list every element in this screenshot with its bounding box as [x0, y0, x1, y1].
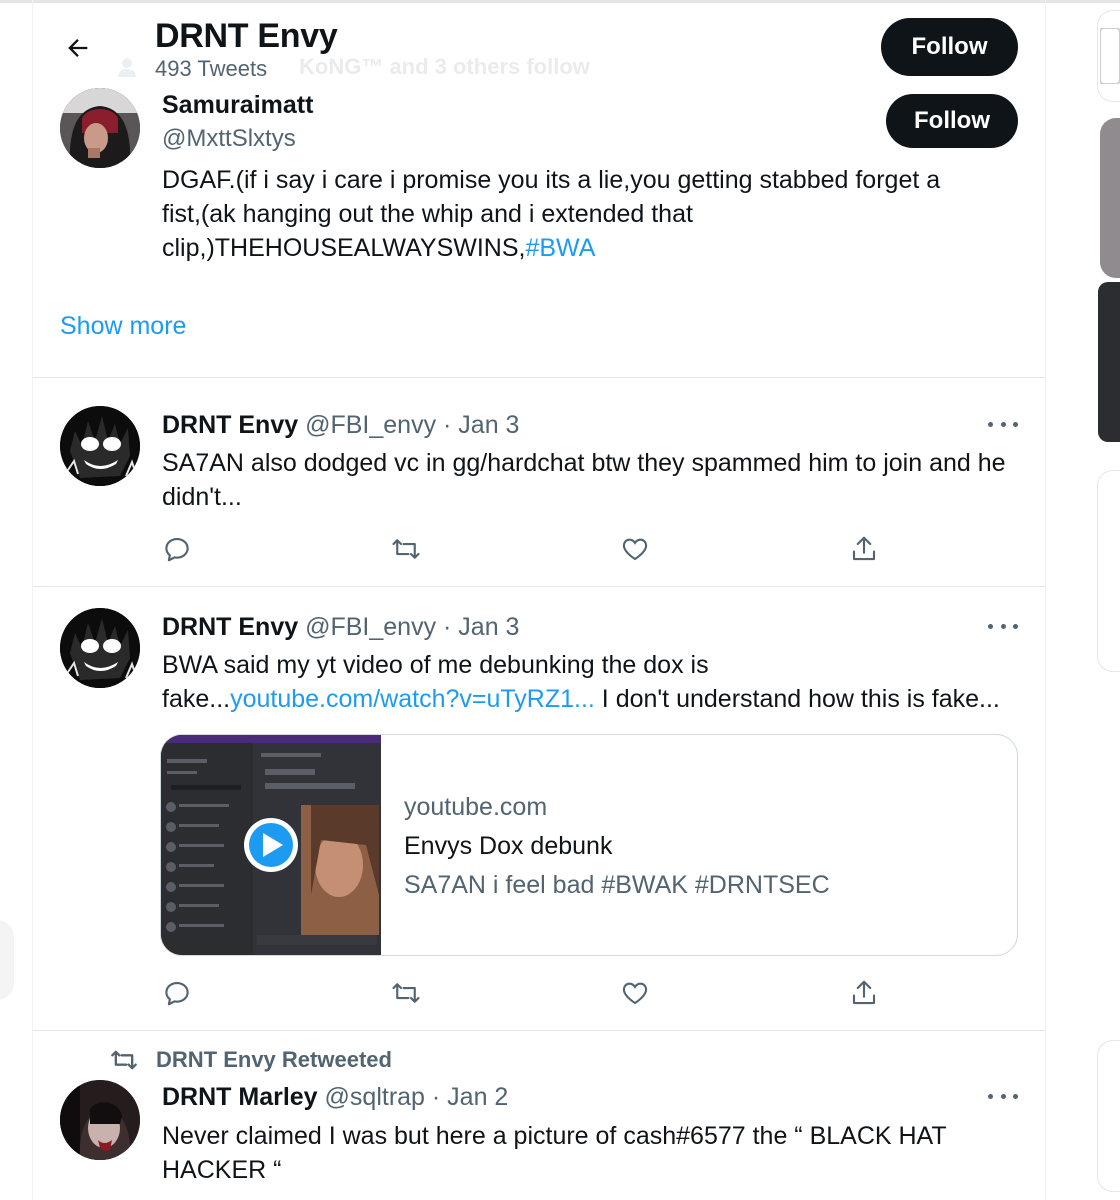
avatar-image — [60, 1080, 140, 1160]
like-button[interactable] — [619, 977, 651, 1009]
right-media-thumbnail — [1100, 118, 1120, 278]
timeline-left-border — [32, 0, 33, 1200]
user-follow-button[interactable]: Follow — [886, 94, 1018, 148]
tweet-meta[interactable]: @FBI_envy · Jan 3 — [305, 613, 519, 641]
share-button[interactable] — [848, 533, 880, 565]
tweet-text-after: I don't understand how this is fake... — [594, 685, 1000, 713]
like-button[interactable] — [619, 533, 651, 565]
user-handle: @MxttSlxtys — [162, 125, 296, 152]
tweet-avatar[interactable] — [60, 406, 140, 486]
show-more-link[interactable]: Show more — [60, 312, 186, 341]
youtube-link[interactable]: youtube.com/watch?v=uTyRZ1... — [230, 685, 595, 713]
tweet-header: DRNT Envy @FBI_envy · Jan 3 — [162, 411, 519, 440]
retweet-icon — [392, 983, 420, 1003]
avatar-image — [60, 608, 140, 688]
more-icon[interactable] — [988, 621, 1018, 631]
tweet-avatar[interactable] — [60, 608, 140, 688]
retweet-button[interactable] — [390, 533, 422, 565]
search-box-edge — [1100, 28, 1120, 84]
card-text: youtube.com Envys Dox debunk SA7AN i fee… — [404, 793, 830, 900]
thumbnail-image — [161, 735, 381, 955]
window-top-border — [0, 0, 1120, 3]
divider — [33, 377, 1045, 378]
reply-icon — [165, 537, 189, 562]
card-description: SA7AN i feel bad #BWAK #DRNTSEC — [404, 871, 830, 899]
reply-button[interactable] — [161, 977, 193, 1009]
avatar-image — [60, 88, 140, 168]
retweet-icon — [392, 539, 420, 559]
tweet-count: 493 Tweets — [155, 56, 268, 81]
tweet-author-name[interactable]: DRNT Envy — [162, 411, 298, 439]
right-column-box — [1097, 1040, 1120, 1192]
retweet-context: DRNT Envy Retweeted — [110, 1046, 392, 1074]
link-preview-card[interactable]: youtube.com Envys Dox debunk SA7AN i fee… — [160, 734, 1018, 956]
profile-title: DRNT Envy — [155, 17, 338, 55]
share-icon — [852, 980, 876, 1005]
divider — [33, 1030, 1045, 1031]
tweet-author-name[interactable]: DRNT Envy — [162, 613, 298, 641]
arrow-left-icon — [68, 39, 88, 57]
header-follow-button[interactable]: Follow — [881, 18, 1018, 76]
right-media-panel — [1098, 282, 1120, 442]
avatar-image — [60, 406, 140, 486]
tweet-text: Never claimed I was but here a picture o… — [162, 1122, 947, 1184]
card-title: Envys Dox debunk — [404, 832, 613, 860]
share-icon — [852, 536, 876, 561]
retweeted-by[interactable]: DRNT Envy Retweeted — [156, 1047, 392, 1073]
right-column-box — [1097, 470, 1120, 672]
person-icon — [118, 58, 136, 77]
timeline-right-border — [1045, 0, 1046, 1200]
reply-icon — [165, 981, 189, 1006]
tweet-header: DRNT Marley @sqltrap · Jan 2 — [162, 1083, 508, 1112]
tweet-text: SA7AN also dodged vc in gg/hardchat btw … — [162, 449, 1006, 511]
tweet-text: BWA said my yt video of me debunking the… — [162, 648, 1012, 716]
samuraimatt-avatar[interactable] — [60, 88, 140, 168]
user-name[interactable]: Samuraimatt — [162, 91, 313, 120]
reply-button[interactable] — [161, 533, 193, 565]
heart-icon — [622, 982, 648, 1005]
left-edge-shape — [0, 920, 14, 1000]
back-button[interactable] — [60, 30, 96, 66]
tweet-meta[interactable]: @sqltrap · Jan 2 — [325, 1083, 509, 1111]
tweet-author-name[interactable]: DRNT Marley — [162, 1083, 318, 1111]
more-icon[interactable] — [988, 419, 1018, 429]
card-domain: youtube.com — [404, 793, 548, 821]
more-icon[interactable] — [988, 1091, 1018, 1101]
tweet-avatar[interactable] — [60, 1080, 140, 1160]
video-thumbnail — [161, 735, 381, 955]
heart-icon — [622, 538, 648, 561]
share-button[interactable] — [848, 977, 880, 1009]
retweet-button[interactable] — [390, 977, 422, 1009]
tweet-header: DRNT Envy @FBI_envy · Jan 3 — [162, 613, 519, 642]
bio-hashtag-link[interactable]: #BWA — [525, 234, 595, 262]
user-bio: DGAF.(if i say i care i promise you its … — [162, 163, 982, 265]
retweet-icon — [111, 1050, 137, 1070]
tweet-meta[interactable]: @FBI_envy · Jan 3 — [305, 411, 519, 439]
followers-you-know-text: KoNG™ and 3 others follow — [299, 54, 590, 79]
divider — [33, 586, 1045, 587]
